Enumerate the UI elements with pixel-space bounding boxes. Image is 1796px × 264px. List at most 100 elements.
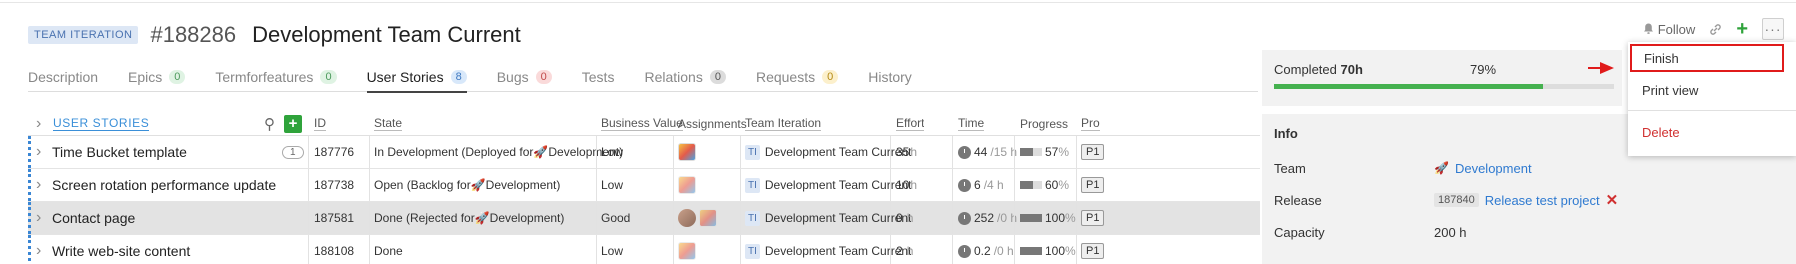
priority[interactable]: P1 xyxy=(1081,202,1105,234)
column-divider xyxy=(740,136,741,168)
remove-release-icon[interactable]: ✕ xyxy=(1606,191,1619,209)
story-name[interactable]: Screen rotation performance update xyxy=(52,169,302,201)
team-link[interactable]: Development xyxy=(1455,161,1532,176)
time[interactable]: 44/15 h xyxy=(958,136,1017,168)
column-divider xyxy=(308,136,309,168)
more-actions-button[interactable]: ··· xyxy=(1762,18,1784,40)
tab-bugs[interactable]: Bugs 0 xyxy=(497,62,552,92)
progress: 60% xyxy=(1020,169,1069,201)
story-state[interactable]: In Development (Deployed for 🚀 Developme… xyxy=(374,136,623,168)
menu-item-finish[interactable]: Finish xyxy=(1630,44,1784,72)
info-label: Team xyxy=(1274,160,1306,176)
drag-handle[interactable] xyxy=(28,136,31,168)
tab-relations[interactable]: Relations 0 xyxy=(644,62,726,92)
effort[interactable]: 35 h xyxy=(896,136,917,168)
business-value[interactable]: Low xyxy=(601,169,623,201)
search-icon[interactable]: ⚲ xyxy=(264,112,275,135)
assignments[interactable] xyxy=(678,169,699,201)
priority-tag: P1 xyxy=(1081,210,1105,226)
progress-bar xyxy=(1020,148,1042,156)
story-name[interactable]: Time Bucket template xyxy=(52,136,282,168)
effort-unit: h xyxy=(910,145,918,159)
link-icon[interactable] xyxy=(1709,23,1722,36)
section-label[interactable]: USER STORIES xyxy=(53,112,150,135)
table-row[interactable]: › Time Bucket template 1 187776 In Devel… xyxy=(28,136,1260,169)
team-iteration[interactable]: TI Development Team Current xyxy=(745,169,911,201)
effort[interactable]: 0h xyxy=(896,202,913,234)
business-value[interactable]: Good xyxy=(601,202,630,234)
capacity-value[interactable]: 200 h xyxy=(1434,225,1467,240)
team-iteration[interactable]: TI Development Team Current xyxy=(745,202,911,234)
assignments[interactable] xyxy=(678,202,720,234)
table-row[interactable]: › Contact page 187581 Done (Rejected for… xyxy=(28,202,1260,235)
team-iteration[interactable]: TI Development Team Current xyxy=(745,136,911,168)
time[interactable]: 6/4 h xyxy=(958,169,1004,201)
clock-icon xyxy=(958,145,971,159)
priority[interactable]: P1 xyxy=(1081,136,1105,168)
col-header-id[interactable]: ID xyxy=(314,112,326,135)
time[interactable]: 252/0 h xyxy=(958,202,1017,234)
menu-item-print-view[interactable]: Print view xyxy=(1628,76,1796,104)
story-state[interactable]: Done xyxy=(374,235,403,264)
business-value[interactable]: Low xyxy=(601,136,623,168)
col-header-progress[interactable]: Progress xyxy=(1020,112,1068,135)
assignments[interactable] xyxy=(678,136,699,168)
effort[interactable]: 2h xyxy=(896,235,913,264)
follow-button[interactable]: Follow xyxy=(1643,22,1695,37)
story-name[interactable]: Contact page xyxy=(52,202,302,234)
column-divider xyxy=(952,235,953,264)
col-header-effort[interactable]: Effort xyxy=(896,112,925,135)
release-link[interactable]: Release test project xyxy=(1485,193,1600,208)
add-icon[interactable]: + xyxy=(1736,19,1748,39)
col-header-business-value[interactable]: Business Value xyxy=(601,112,683,135)
col-header-label: State xyxy=(374,116,403,131)
priority[interactable]: P1 xyxy=(1081,235,1105,264)
story-id[interactable]: 188108 xyxy=(314,235,354,264)
col-header-state[interactable]: State xyxy=(374,112,403,135)
column-divider xyxy=(673,202,674,234)
section-collapse-chevron-icon[interactable]: › xyxy=(36,112,41,135)
drag-handle[interactable] xyxy=(28,235,31,264)
tab-requests[interactable]: Requests 0 xyxy=(756,62,839,92)
story-name[interactable]: Write web-site content xyxy=(52,235,302,264)
column-divider xyxy=(673,235,674,264)
col-header-assignments[interactable]: Assignments xyxy=(678,112,747,135)
expand-chevron-icon[interactable]: › xyxy=(36,169,41,201)
col-header-team-iteration[interactable]: Team Iteration xyxy=(745,112,822,135)
tab-termforfeatures[interactable]: Termforfeatures 0 xyxy=(215,62,337,92)
tab-description[interactable]: Description xyxy=(28,62,98,92)
drag-handle[interactable] xyxy=(28,169,31,201)
table-row[interactable]: › Write web-site content 188108 Done Low… xyxy=(28,235,1260,264)
time[interactable]: 0.2/0 h xyxy=(958,235,1014,264)
tab-user-stories[interactable]: User Stories 8 xyxy=(366,62,467,93)
story-id[interactable]: 187738 xyxy=(314,169,354,201)
effort[interactable]: 10 h xyxy=(896,169,917,201)
table-row[interactable]: › Screen rotation performance update 187… xyxy=(28,169,1260,202)
state-text: Open (Backlog for xyxy=(374,178,471,192)
menu-item-delete[interactable]: Delete xyxy=(1628,118,1796,146)
col-header-priority[interactable]: Pro xyxy=(1081,112,1100,135)
team-iteration[interactable]: TI Development Team Current xyxy=(745,235,911,264)
story-id[interactable]: 187581 xyxy=(314,202,354,234)
story-state[interactable]: Done (Rejected for 🚀 Development) xyxy=(374,202,564,234)
tab-tests[interactable]: Tests xyxy=(582,62,615,92)
expand-chevron-icon[interactable]: › xyxy=(36,202,41,234)
tab-history[interactable]: History xyxy=(868,62,912,92)
story-state[interactable]: Open (Backlog for 🚀 Development) xyxy=(374,169,560,201)
child-count: 1 xyxy=(282,136,304,168)
tab-count-badge: 0 xyxy=(535,70,552,84)
col-header-time[interactable]: Time xyxy=(958,112,985,135)
page-title[interactable]: Development Team Current xyxy=(252,22,521,48)
story-id[interactable]: 187776 xyxy=(314,136,354,168)
tab-epics[interactable]: Epics 0 xyxy=(128,62,186,92)
assignments[interactable] xyxy=(678,235,699,264)
drag-handle[interactable] xyxy=(28,202,31,234)
priority[interactable]: P1 xyxy=(1081,169,1105,201)
col-header-label: Pro xyxy=(1081,116,1100,131)
add-story-button[interactable]: + xyxy=(280,112,302,135)
expand-chevron-icon[interactable]: › xyxy=(36,136,41,168)
tab-count-badge: 0 xyxy=(709,70,726,84)
expand-chevron-icon[interactable]: › xyxy=(36,235,41,264)
col-header-label: ID xyxy=(314,116,326,131)
business-value[interactable]: Low xyxy=(601,235,623,264)
